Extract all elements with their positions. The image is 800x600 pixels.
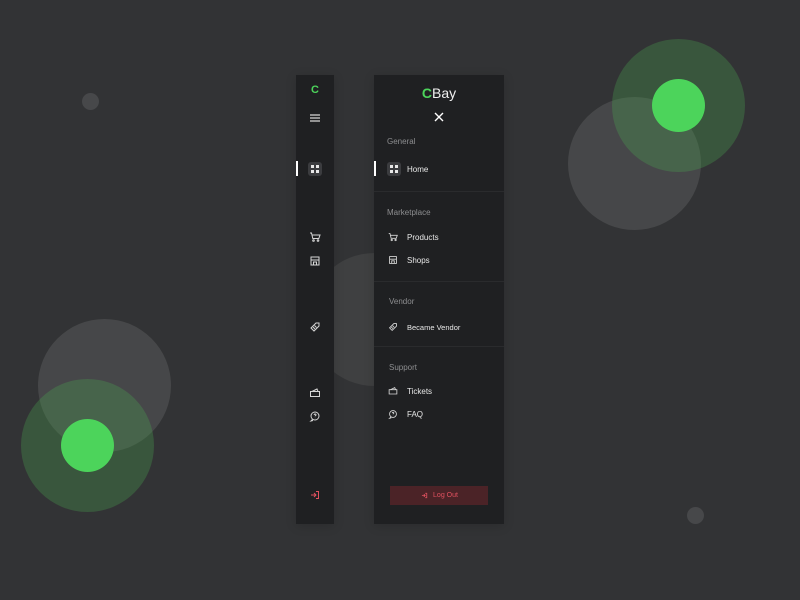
ticket-icon[interactable]	[308, 386, 322, 400]
nav-item-label: Products	[407, 232, 439, 242]
nav-item-home[interactable]: Home	[387, 161, 428, 177]
close-icon[interactable]	[433, 111, 445, 123]
nav-item-faq[interactable]: FAQ	[387, 406, 423, 422]
tag-icon[interactable]	[308, 320, 322, 334]
section-title-support: Support	[389, 363, 418, 372]
store-icon	[387, 254, 399, 266]
active-marker	[374, 161, 376, 176]
nav-item-shops[interactable]: Shops	[387, 252, 430, 268]
nav-item-label: Home	[407, 164, 429, 174]
decor-circle	[82, 93, 99, 110]
nav-item-label: Became Vendor	[407, 322, 461, 332]
nav-item-became-vendor[interactable]: Became Vendor	[387, 319, 460, 335]
menu-icon[interactable]	[308, 111, 322, 125]
logout-icon[interactable]	[308, 488, 322, 502]
help-icon	[387, 408, 399, 420]
decor-dot-green	[61, 419, 114, 472]
nav-item-products[interactable]: Products	[387, 229, 439, 245]
divider	[374, 191, 504, 192]
nav-item-label: Shops	[407, 255, 430, 265]
grid-icon	[387, 162, 401, 176]
nav-item-tickets[interactable]: Tickets	[387, 383, 432, 399]
grid-icon[interactable]	[308, 162, 322, 176]
decor-circle	[687, 507, 704, 524]
nav-item-label: Tickets	[407, 386, 433, 396]
ticket-icon	[387, 385, 399, 397]
logout-button[interactable]: Log Out	[390, 486, 488, 505]
decor-dot-green	[652, 79, 705, 132]
active-marker	[296, 161, 298, 176]
divider	[374, 281, 504, 282]
cart-icon[interactable]	[308, 230, 322, 244]
divider	[374, 346, 504, 347]
logout-icon	[420, 491, 429, 500]
section-title-general: General	[387, 137, 416, 146]
help-icon[interactable]	[308, 409, 322, 423]
logout-label: Log Out	[433, 492, 458, 499]
nav-item-label: FAQ	[407, 409, 424, 419]
section-title-marketplace: Marketplace	[387, 208, 431, 217]
section-title-vendor: Vendor	[389, 297, 415, 306]
expanded-sidebar: CBay General Home Marketplace Products S…	[374, 75, 504, 524]
store-icon[interactable]	[308, 254, 322, 268]
brand-logo[interactable]: CBay	[374, 85, 504, 101]
cart-icon	[387, 231, 399, 243]
rail-logo[interactable]: C	[296, 84, 334, 96]
collapsed-sidebar: C	[296, 75, 334, 524]
tag-icon	[387, 321, 399, 333]
